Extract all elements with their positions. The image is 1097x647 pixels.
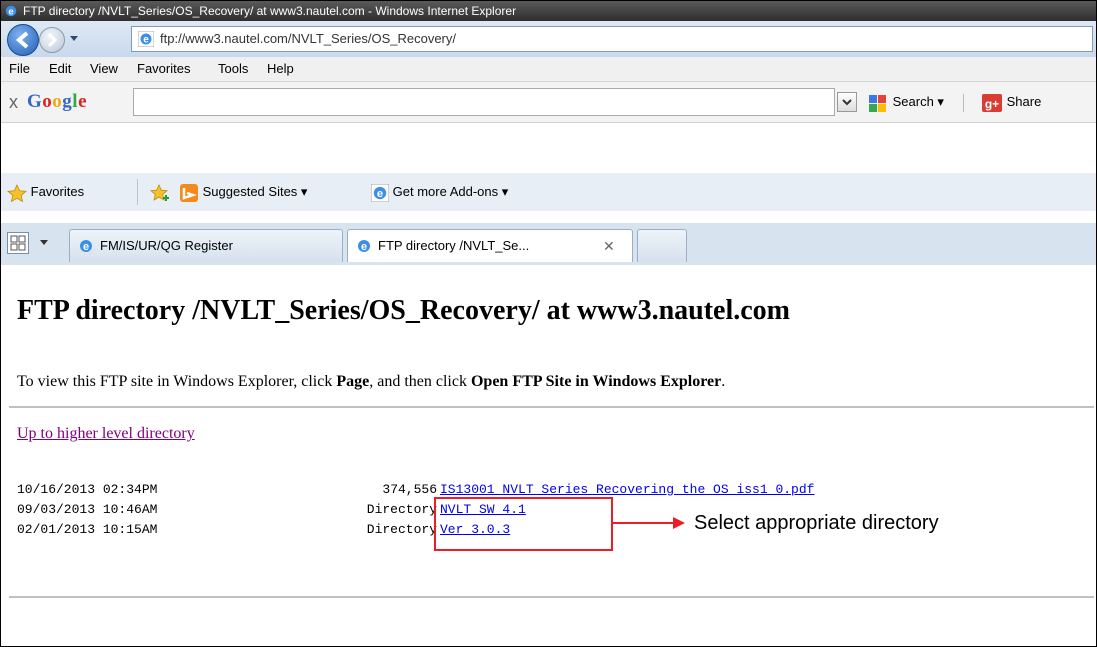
menu-view[interactable]: View <box>90 57 118 81</box>
menu-edit[interactable]: Edit <box>49 57 71 81</box>
favorites-divider <box>137 179 138 205</box>
svg-text:e: e <box>361 241 367 253</box>
google-plus-icon: g+ <box>982 93 1002 112</box>
callout-text: Select appropriate directory <box>694 512 939 534</box>
google-logo: Google <box>27 91 87 112</box>
browser-window: e FTP directory /NVLT_Series/OS_Recovery… <box>0 0 1097 647</box>
info-page-word: Page <box>336 373 370 390</box>
tab-list-dropdown-icon[interactable] <box>37 235 51 249</box>
svg-text:e: e <box>83 241 89 253</box>
favorites-bar: Favorites Suggested Sites ▾ e Get more A… <box>1 173 1096 211</box>
toolbar-divider <box>963 94 964 112</box>
svg-text:e: e <box>377 188 383 200</box>
divider <box>9 596 1094 598</box>
entry-date: 10/16/2013 02:34PM <box>17 482 158 497</box>
menu-tools[interactable]: Tools <box>218 57 248 81</box>
new-tab-button[interactable] <box>637 229 687 262</box>
tab-bar: e FM/IS/UR/QG Register e FTP directory /… <box>1 223 1096 266</box>
info-text: , and then click <box>369 373 471 390</box>
forward-button[interactable] <box>39 27 65 53</box>
get-more-addons-label: Get more Add-ons ▾ <box>392 184 509 199</box>
ie-logo-icon: e <box>5 5 17 18</box>
entry-size: 374,556 <box>382 482 437 497</box>
callout-arrow-icon <box>611 517 685 529</box>
google-search-input[interactable] <box>133 88 835 116</box>
page-title: FTP directory /NVLT_Series/OS_Recovery/ … <box>17 295 791 326</box>
tab-label: FM/IS/UR/QG Register <box>100 238 233 253</box>
close-tab-icon[interactable]: ✕ <box>603 230 615 262</box>
google-search-label: Search ▾ <box>892 94 944 109</box>
tab-label: FTP directory /NVLT_Se... <box>378 238 530 253</box>
favorites-star-icon <box>6 183 28 202</box>
google-share-button[interactable]: g+ Share <box>981 92 1041 113</box>
tab-fm-is-ur-qg-register[interactable]: e FM/IS/UR/QG Register <box>69 229 343 262</box>
menu-file[interactable]: File <box>9 57 30 81</box>
chevron-down-icon <box>842 99 852 106</box>
divider <box>9 406 1094 408</box>
info-text: . <box>721 373 726 390</box>
get-more-addons-button[interactable]: e Get more Add-ons ▾ <box>370 173 509 211</box>
navigation-bar: e ftp://www3.nautel.com/NVLT_Series/OS_R… <box>1 21 1096 57</box>
menu-help[interactable]: Help <box>267 57 294 81</box>
toolbar-close-button[interactable]: x <box>9 90 18 114</box>
tab-ie-icon: e <box>80 240 92 253</box>
google-search-button[interactable]: Search ▾ <box>867 92 944 113</box>
favorites-label: Favorites <box>30 184 85 199</box>
svg-text:e: e <box>8 7 14 18</box>
suggested-sites-button[interactable]: Suggested Sites ▾ <box>179 173 307 211</box>
address-input[interactable]: e ftp://www3.nautel.com/NVLT_Series/OS_R… <box>131 26 1093 52</box>
title-bar: e FTP directory /NVLT_Series/OS_Recovery… <box>1 1 1096 21</box>
entry-size: Directory <box>366 502 437 517</box>
page-ie-icon: e <box>138 31 154 47</box>
favorites-button[interactable]: Favorites <box>6 173 85 211</box>
menu-favorites[interactable]: Favorites <box>137 57 190 81</box>
add-to-favorites-bar-button[interactable] <box>149 173 171 211</box>
forward-arrow-icon <box>47 32 58 48</box>
ftp-view-instructions: To view this FTP site in Windows Explore… <box>17 373 725 391</box>
svg-text:g+: g+ <box>985 97 999 111</box>
google-search-icon <box>869 94 886 112</box>
menu-bar: File Edit View Favorites Tools Help <box>1 57 1096 82</box>
info-open-ftp-words: Open FTP Site in Windows Explorer <box>470 373 722 390</box>
back-button[interactable] <box>7 24 39 56</box>
tab-ie-icon: e <box>358 240 370 253</box>
addons-ie-icon: e <box>370 183 390 203</box>
search-history-dropdown[interactable] <box>837 92 857 112</box>
entry-size: Directory <box>366 522 437 537</box>
tab-ftp-directory[interactable]: e FTP directory /NVLT_Se... ✕ <box>347 229 633 262</box>
quick-tabs-button[interactable] <box>7 232 29 254</box>
suggested-sites-icon <box>180 183 198 202</box>
page-content: FTP directory /NVLT_Series/OS_Recovery/ … <box>1 265 1096 646</box>
add-favorite-star-icon <box>150 183 169 201</box>
address-url: ftp://www3.nautel.com/NVLT_Series/OS_Rec… <box>160 31 456 46</box>
share-label: Share <box>1006 94 1042 109</box>
svg-text:e: e <box>143 35 149 46</box>
entry-date: 09/03/2013 10:46AM <box>17 502 158 517</box>
window-title: FTP directory /NVLT_Series/OS_Recovery/ … <box>23 4 517 18</box>
info-text: To view this FTP site in Windows Explore… <box>17 373 337 390</box>
google-toolbar: x Google Search ▾ g+ Share <box>1 82 1096 123</box>
up-to-higher-level-link[interactable]: Up to higher level directory <box>17 425 195 443</box>
highlight-box <box>434 497 613 551</box>
suggested-sites-label: Suggested Sites ▾ <box>202 184 308 199</box>
back-arrow-icon <box>15 31 29 49</box>
entry-date: 02/01/2013 10:15AM <box>17 522 158 537</box>
recent-pages-dropdown-icon[interactable] <box>67 31 81 45</box>
quick-tabs-grid-icon <box>10 235 26 251</box>
